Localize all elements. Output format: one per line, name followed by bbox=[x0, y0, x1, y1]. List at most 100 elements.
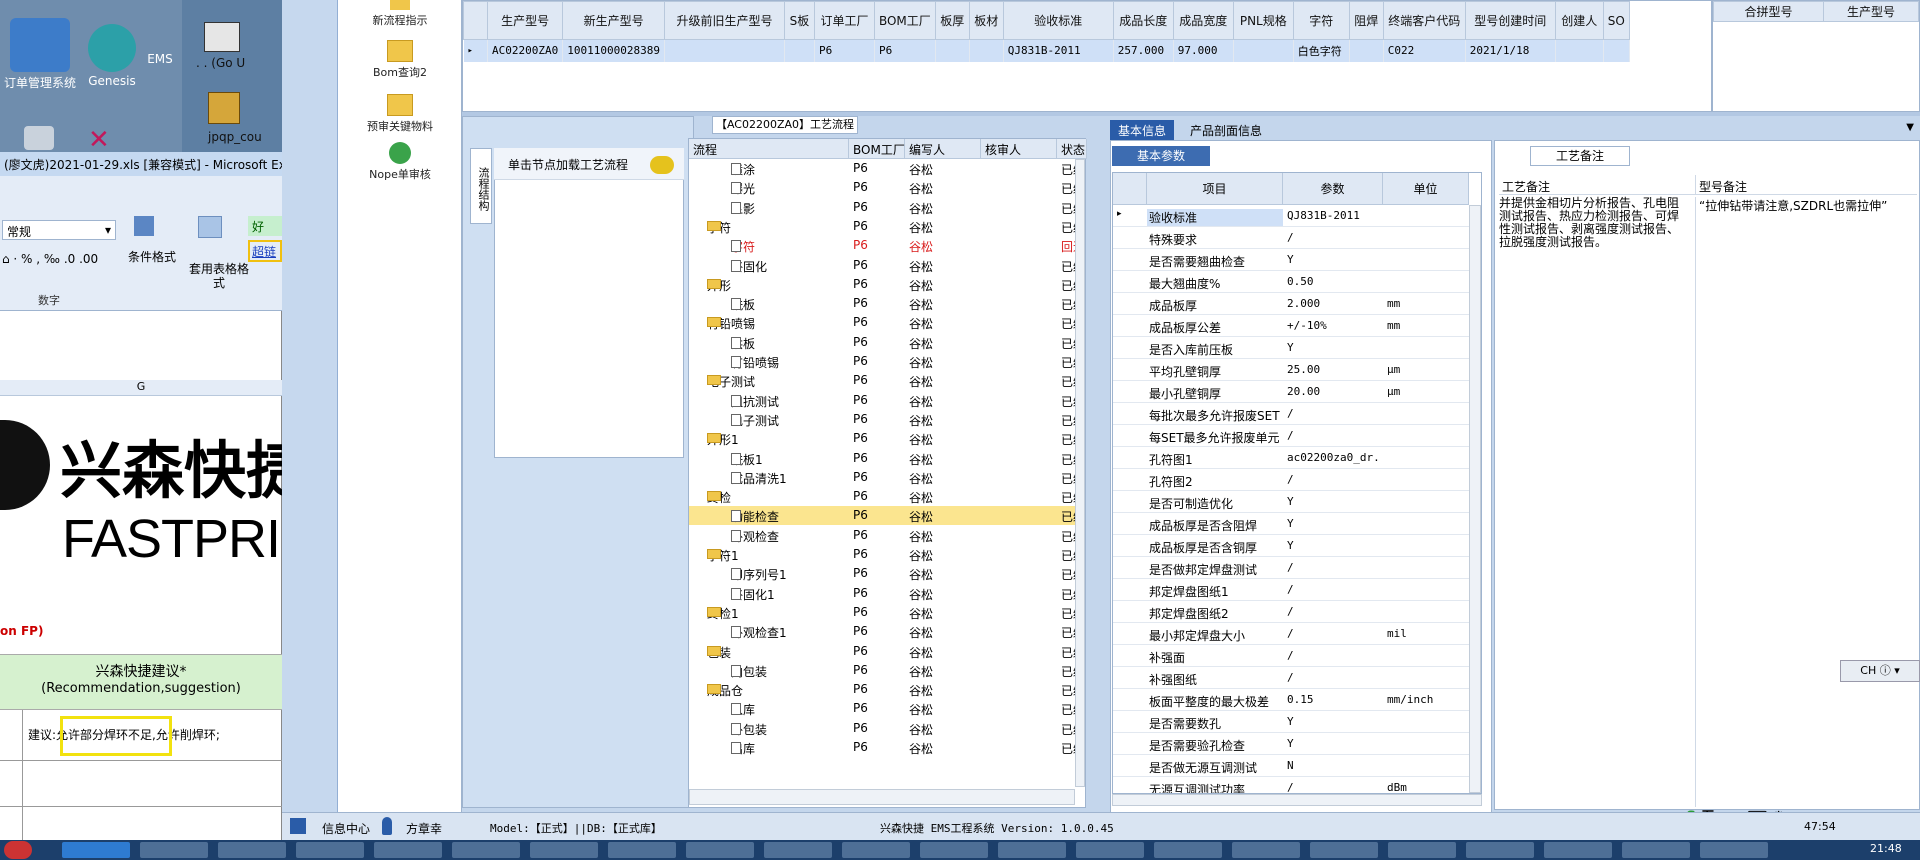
param-row[interactable]: 补强图纸 / bbox=[1113, 667, 1481, 689]
taskbar-item[interactable] bbox=[608, 842, 676, 858]
grid-cell[interactable] bbox=[1555, 39, 1604, 62]
param-row[interactable]: 是否入库前压板 Y bbox=[1113, 337, 1481, 359]
param-row[interactable]: 是否做邦定焊盘测试 / bbox=[1113, 557, 1481, 579]
param-row[interactable]: 是否需要数孔 Y bbox=[1113, 711, 1481, 733]
grid-cell[interactable]: QJ831B-2011 bbox=[1003, 39, 1114, 62]
col-header[interactable]: SO bbox=[1602, 1, 1630, 40]
param-row[interactable]: 成品板厚公差 +/-10% mm bbox=[1113, 315, 1481, 337]
param-row[interactable]: 邦定焊盘图纸1 / bbox=[1113, 579, 1481, 601]
folder-up-icon[interactable] bbox=[204, 22, 240, 52]
param-value[interactable]: / bbox=[1287, 231, 1379, 244]
col-header[interactable]: 生产型号 bbox=[486, 1, 564, 40]
tree-row[interactable]: −电子测试P6谷松已编写 bbox=[689, 371, 1085, 390]
param-value[interactable]: / bbox=[1287, 781, 1379, 793]
taskbar-item[interactable] bbox=[1622, 842, 1690, 858]
param-value[interactable]: 25.00 bbox=[1287, 363, 1379, 376]
param-row[interactable]: 特殊要求 / bbox=[1113, 227, 1481, 249]
tree-row[interactable]: −外形1P6谷松已编写 bbox=[689, 429, 1085, 448]
grid-cell[interactable]: 白色字符 bbox=[1293, 39, 1350, 62]
param-value[interactable]: 20.00 bbox=[1287, 385, 1379, 398]
start-button[interactable] bbox=[4, 841, 32, 859]
tree-row[interactable]: −字符P6谷松已编写 bbox=[689, 217, 1085, 236]
tree-row[interactable]: 外包装P6谷松已编写 bbox=[689, 719, 1085, 738]
tree-row[interactable]: −终检1P6谷松已编写 bbox=[689, 603, 1085, 622]
col-header[interactable]: 阻焊 bbox=[1348, 1, 1384, 40]
tree-row[interactable]: 有铅喷锡P6谷松已编写 bbox=[689, 352, 1085, 371]
grid-cell[interactable]: AC02200ZA0 bbox=[487, 39, 564, 62]
col-header-unit[interactable]: 单位 bbox=[1383, 173, 1469, 205]
col-header[interactable]: 创建人 bbox=[1554, 1, 1604, 40]
grid-cell[interactable]: C022 bbox=[1383, 39, 1466, 62]
taskbar-item[interactable] bbox=[1154, 842, 1222, 858]
ime-bar[interactable]: CH ⓘ ▾ bbox=[1840, 660, 1920, 682]
tree-row[interactable]: 显影P6谷松已编写 bbox=[689, 198, 1085, 217]
grid-cell[interactable] bbox=[664, 39, 785, 62]
tree-row[interactable]: −终检P6谷松已编写 bbox=[689, 487, 1085, 506]
col-header-param[interactable]: 参数 bbox=[1283, 173, 1383, 205]
chevron-down-icon[interactable]: ▼ bbox=[1906, 122, 1914, 133]
tree-row[interactable]: −字符1P6谷松已编写 bbox=[689, 545, 1085, 564]
param-value[interactable]: Y bbox=[1287, 715, 1379, 728]
taskbar-item[interactable] bbox=[62, 842, 130, 858]
tree-row[interactable]: 字符P6谷松回退 bbox=[689, 236, 1085, 255]
param-value[interactable]: / bbox=[1287, 429, 1379, 442]
tree-row[interactable]: −外形P6谷松已编写 bbox=[689, 275, 1085, 294]
taskbar-item[interactable] bbox=[218, 842, 286, 858]
taskbar-item[interactable] bbox=[1544, 842, 1612, 858]
param-value[interactable]: / bbox=[1287, 605, 1379, 618]
taskbar-item[interactable] bbox=[686, 842, 754, 858]
taskbar-item[interactable] bbox=[1700, 842, 1768, 858]
param-row[interactable]: 最大翘曲度% 0.50 bbox=[1113, 271, 1481, 293]
param-row[interactable]: 最小邦定焊盘大小 / mil bbox=[1113, 623, 1481, 645]
tree-vscroll[interactable] bbox=[1075, 159, 1085, 787]
col-header-model[interactable]: 生产型号 bbox=[1823, 1, 1919, 22]
param-row[interactable]: 无源互调测试功率 / dBm bbox=[1113, 777, 1481, 793]
param-value[interactable]: 0.50 bbox=[1287, 275, 1379, 288]
number-buttons[interactable]: ⌂ · % , ‰ .0 .00 bbox=[2, 252, 98, 266]
param-value[interactable]: Y bbox=[1287, 495, 1379, 508]
col-header-reviewer[interactable]: 核审人 bbox=[981, 139, 1057, 159]
tree-row[interactable]: 外观检查1P6谷松已编写 bbox=[689, 622, 1085, 641]
column-header-g[interactable]: G bbox=[0, 380, 282, 396]
col-header[interactable]: 字符 bbox=[1292, 1, 1350, 40]
taskbar-item[interactable] bbox=[920, 842, 988, 858]
grid-cell[interactable] bbox=[1233, 39, 1294, 62]
grid-cell[interactable]: P6 bbox=[874, 39, 936, 62]
param-row[interactable]: 成品板厚是否含阻焊 Y bbox=[1113, 513, 1481, 535]
param-vscroll[interactable] bbox=[1469, 205, 1481, 793]
taskbar-item[interactable] bbox=[1388, 842, 1456, 858]
grid-cell[interactable] bbox=[1603, 39, 1630, 62]
param-row[interactable]: 邦定焊盘图纸2 / bbox=[1113, 601, 1481, 623]
param-row[interactable]: 孔符图2 / bbox=[1113, 469, 1481, 491]
tab-basic-params[interactable]: 基本参数 bbox=[1112, 146, 1210, 166]
col-header[interactable]: 升级前旧生产型号 bbox=[663, 1, 785, 40]
tree-row[interactable]: 铣板P6谷松已编写 bbox=[689, 294, 1085, 313]
grid-cell[interactable]: P6 bbox=[814, 39, 875, 62]
tree-row[interactable]: 功能检查P6谷松已编写 bbox=[689, 506, 1085, 526]
col-header-bom-factory[interactable]: BOM工厂 bbox=[849, 139, 905, 159]
nav-item-new-flow[interactable]: 新流程指示 bbox=[338, 0, 462, 28]
x-app-icon[interactable]: ✕ bbox=[88, 127, 132, 153]
tree-row[interactable]: 铣板1P6谷松已编写 bbox=[689, 449, 1085, 468]
nav-item-bom-query[interactable]: Bom查询2 bbox=[338, 40, 462, 80]
tree-row[interactable]: 终固化P6谷松已编写 bbox=[689, 256, 1085, 275]
tree-row[interactable]: 入库P6谷松已编写 bbox=[689, 699, 1085, 718]
col-header[interactable]: 板厚 bbox=[934, 1, 970, 40]
param-row[interactable]: 是否需要验孔检查 Y bbox=[1113, 733, 1481, 755]
taskbar-item[interactable] bbox=[1310, 842, 1378, 858]
col-header[interactable]: 终端客户代码 bbox=[1382, 1, 1466, 40]
grid-cell[interactable]: 2021/1/18 bbox=[1465, 39, 1556, 62]
param-hscroll[interactable] bbox=[1112, 794, 1482, 806]
taskbar-item[interactable] bbox=[1076, 842, 1144, 858]
col-header[interactable]: S板 bbox=[783, 1, 815, 40]
param-row[interactable]: 平均孔壁铜厚 25.00 μm bbox=[1113, 359, 1481, 381]
conditional-format-button[interactable]: 条件格式 bbox=[128, 248, 176, 265]
process-note-text[interactable]: 并提供金相切片分析报告、孔电阻测试报告、热应力检测报告、可焊性测试报告、剥离强度… bbox=[1499, 197, 1683, 249]
param-row[interactable]: 是否可制造优化 Y bbox=[1113, 491, 1481, 513]
param-row[interactable]: 成品板厚 2.000 mm bbox=[1113, 293, 1481, 315]
param-value[interactable]: / bbox=[1287, 473, 1379, 486]
col-header[interactable]: 订单工厂 bbox=[813, 1, 875, 40]
tree-row[interactable]: −成品仓P6谷松已编写 bbox=[689, 680, 1085, 699]
taskbar-item[interactable] bbox=[1466, 842, 1534, 858]
tree-row[interactable]: 阻抗测试P6谷松已编写 bbox=[689, 391, 1085, 410]
